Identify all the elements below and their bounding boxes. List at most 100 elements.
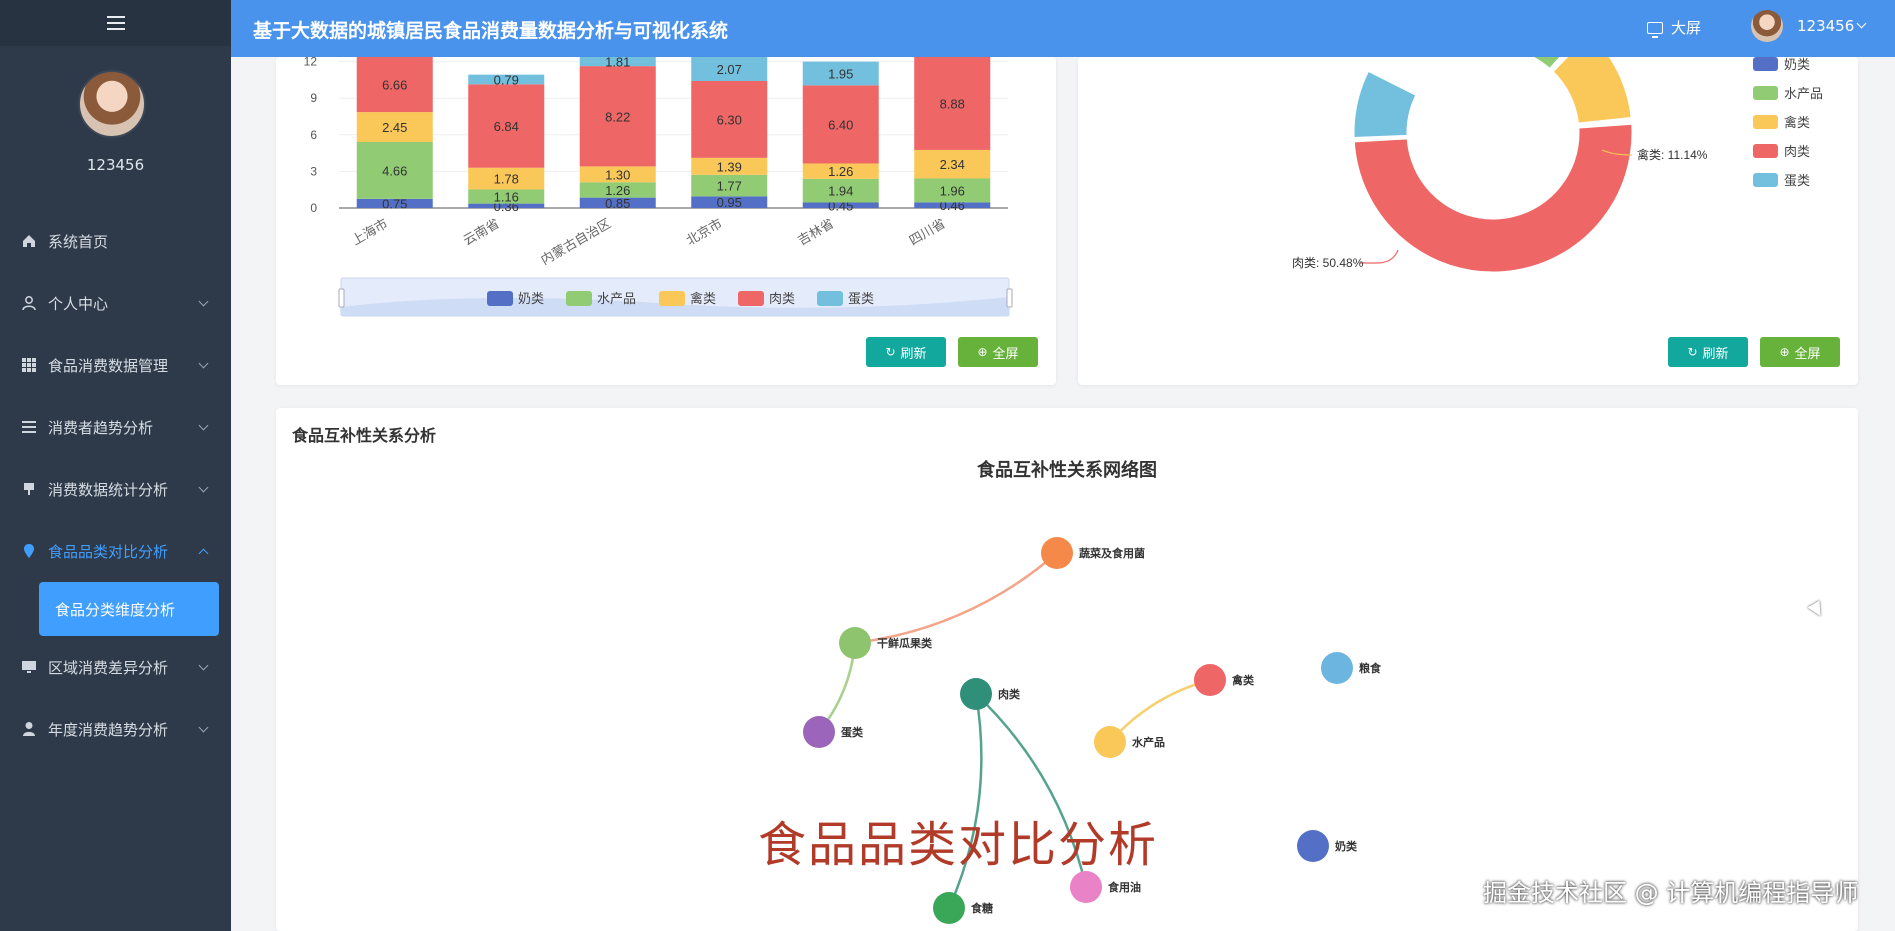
chevron-down-icon: [198, 482, 209, 493]
chevron-down-icon[interactable]: [1856, 18, 1867, 29]
sidebar-item-statistics[interactable]: 消费数据统计分析: [0, 458, 231, 520]
sidebar-toggle[interactable]: [0, 0, 231, 46]
label-line: [1360, 249, 1399, 264]
sidebar-item-consumer-trend[interactable]: 消费者趋势分析: [0, 396, 231, 458]
data-label: 2.34: [940, 157, 965, 172]
graph-node-label: 蛋类: [841, 725, 864, 739]
grid-icon: [20, 356, 38, 374]
graph-node-label: 食用油: [1108, 880, 1141, 894]
data-label: 2.45: [382, 120, 407, 135]
data-label: 1.30: [605, 167, 630, 182]
legend-swatch: [659, 291, 685, 306]
sidebar-item-label: 系统首页: [48, 232, 109, 251]
legend-label: 肉类: [769, 291, 795, 306]
graph-node: [1321, 652, 1353, 684]
sidebar: 123456 系统首页 个人中心 食品消费数据管理 消费者趋势分析 消费数据统计…: [0, 0, 231, 931]
bigscreen-link[interactable]: 大屏: [1647, 17, 1701, 38]
legend-label: 蛋类: [848, 291, 874, 306]
data-label: 4.66: [382, 163, 407, 178]
fullscreen-button[interactable]: ⊕ 全屏: [958, 337, 1038, 367]
chevron-down-icon: [198, 358, 209, 369]
data-label: 1.26: [828, 164, 853, 179]
zoom-icon: ⊕: [977, 345, 988, 359]
pie-slice-meat: [1351, 121, 1635, 275]
data-label: 1.26: [605, 183, 630, 198]
legend-swatch: [487, 291, 513, 306]
data-label: 6.66: [382, 78, 407, 93]
graph-node-label: 奶类: [1335, 839, 1358, 853]
graph-node: [1070, 871, 1102, 903]
bigscreen-label: 大屏: [1671, 19, 1702, 37]
data-label: 1.39: [717, 159, 742, 174]
legend-swatch: [1753, 115, 1778, 129]
data-label: 8.22: [605, 109, 630, 124]
sidebar-item-label: 消费数据统计分析: [48, 480, 169, 499]
data-label: 6.30: [717, 112, 742, 127]
legend-label: 奶类: [1784, 57, 1810, 72]
data-label: 1.77: [717, 179, 742, 194]
sidebar-item-label: 食品消费数据管理: [48, 356, 169, 375]
stacked-bar-chart: 0369120.754.662.456.66上海市0.361.161.786.8…: [304, 57, 1013, 317]
header-username[interactable]: 123456: [1797, 17, 1854, 35]
graph-node-label: 粮食: [1359, 661, 1382, 675]
menu-toggle-icon[interactable]: [106, 16, 125, 30]
sidebar-item-label: 年度消费趋势分析: [48, 720, 169, 739]
graph-node-label: 干鲜瓜果类: [877, 636, 933, 650]
y-tick-label: 6: [310, 128, 317, 142]
refresh-button[interactable]: ↻ 刷新: [866, 337, 946, 367]
sidebar-item-annual-trend[interactable]: 年度消费趋势分析: [0, 698, 231, 760]
sidebar-item-label: 消费者趋势分析: [48, 418, 154, 437]
y-tick-label: 0: [310, 201, 317, 215]
graph-node-label: 禽类: [1231, 673, 1255, 687]
data-label: 0.95: [717, 195, 742, 210]
sidebar-item-data-management[interactable]: 食品消费数据管理: [0, 334, 231, 396]
legend-label: 禽类: [690, 291, 716, 306]
graph-node: [839, 627, 871, 659]
graph-node: [1041, 537, 1073, 569]
sidebar-item-personal[interactable]: 个人中心: [0, 272, 231, 334]
x-tick-label: 内蒙古自治区: [538, 216, 613, 268]
x-tick-label: 北京市: [683, 216, 724, 248]
donut-chart: 禽类: 11.14% 肉类: 50.48% 奶类水产品禽类肉类蛋类: [1292, 57, 1823, 275]
graph-edge: [947, 693, 983, 909]
avatar: [78, 70, 146, 138]
legend-swatch: [817, 291, 843, 306]
monitor-icon: [20, 658, 38, 676]
legend-swatch: [1753, 86, 1778, 100]
data-label: 0.85: [605, 196, 630, 211]
datazoom-handle-left: [338, 288, 345, 308]
y-tick-label: 12: [304, 57, 318, 69]
data-label: 1.95: [828, 66, 853, 81]
graph-node-label: 肉类: [998, 687, 1021, 701]
refresh-label: 刷新: [1702, 346, 1729, 362]
graph-node: [933, 892, 965, 924]
graph-node: [1297, 830, 1329, 862]
watermark-text: 食品品类对比分析: [758, 817, 1159, 873]
header-avatar[interactable]: [1751, 10, 1783, 42]
sidebar-subitem-category-dimension[interactable]: 食品分类维度分析: [39, 582, 219, 636]
fullscreen-button[interactable]: ⊕ 全屏: [1760, 337, 1840, 367]
data-label: 6.84: [494, 119, 519, 134]
sidebar-item-category-compare[interactable]: 食品品类对比分析: [0, 520, 231, 582]
x-tick-label: 上海市: [349, 216, 390, 248]
y-tick-label: 9: [310, 91, 317, 105]
sidebar-item-home[interactable]: 系统首页: [0, 210, 231, 272]
graph-node-label: 水产品: [1132, 735, 1165, 749]
data-label: 1.16: [494, 190, 519, 205]
legend-label: 奶类: [518, 291, 544, 306]
graph-node: [1194, 664, 1226, 696]
pie-slice-poultry: [1549, 57, 1634, 126]
legend-label: 禽类: [1784, 115, 1810, 130]
x-tick-label: 云南省: [460, 216, 501, 248]
top-header: 基于大数据的城镇居民食品消费量数据分析与可视化系统 大屏 123456: [231, 0, 1895, 57]
refresh-label: 刷新: [900, 346, 927, 362]
legend-label: 水产品: [1784, 86, 1823, 101]
sidebar-username: 123456: [86, 156, 145, 174]
sidebar-item-regional-diff[interactable]: 区域消费差异分析: [0, 636, 231, 698]
sidebar-item-label: 个人中心: [48, 294, 109, 313]
legend-swatch: [1753, 173, 1778, 187]
data-label: 1.81: [605, 57, 630, 70]
chevron-down-icon: [198, 296, 209, 307]
pie-label: 禽类: 11.14%: [1637, 147, 1708, 162]
refresh-button[interactable]: ↻ 刷新: [1668, 337, 1748, 367]
